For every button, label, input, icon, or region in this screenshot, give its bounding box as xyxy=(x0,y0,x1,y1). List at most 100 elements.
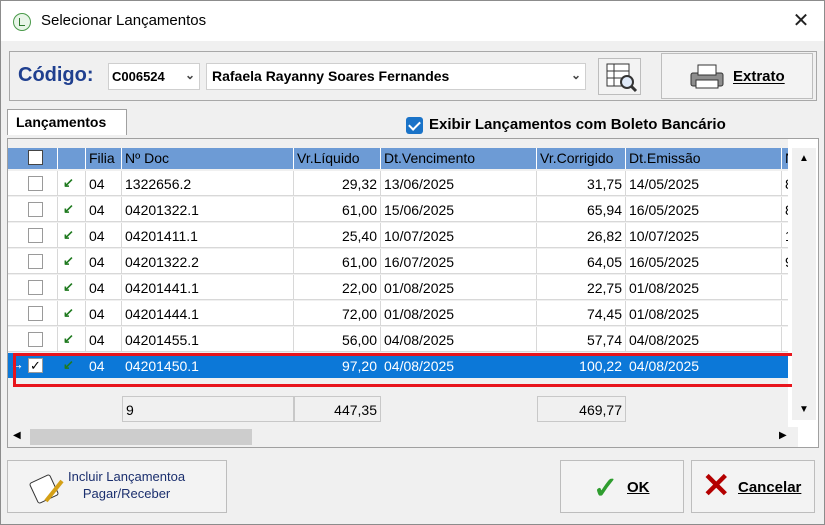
table-row[interactable]: ↙ 04 1322656.2 29,32 13/06/2025 31,75 14/05/20… xyxy=(8,171,788,197)
column-header[interactable]: Dt.Emissão xyxy=(626,148,782,169)
table-cell: 04 xyxy=(86,223,122,248)
table-cell: 8 xyxy=(782,171,788,196)
include-entry-button[interactable]: Incluir Lançamentoa Pagar/Receber xyxy=(7,460,227,513)
code-label: Código: xyxy=(18,64,94,86)
table-cell xyxy=(8,171,58,196)
ok-button[interactable]: ✓ OK xyxy=(560,460,684,513)
row-checkbox[interactable] xyxy=(28,228,43,243)
total-cell: 469,77 xyxy=(537,396,626,422)
table-cell: 04201411.1 xyxy=(122,223,294,248)
row-checkbox[interactable] xyxy=(28,306,43,321)
table-cell xyxy=(8,327,58,352)
row-checkbox[interactable] xyxy=(28,280,43,295)
ok-label: OK xyxy=(627,479,650,496)
table-cell xyxy=(8,223,58,248)
check-icon: ✓ xyxy=(593,472,619,505)
scrollbar-thumb[interactable] xyxy=(30,429,252,445)
column-header[interactable]: Vr.Corrigido xyxy=(537,148,626,169)
scroll-right-icon[interactable]: ▶ xyxy=(779,430,787,441)
table-cell: 29,32 xyxy=(294,171,381,196)
close-button[interactable]: ✕ xyxy=(786,7,816,35)
table-cell: 22,75 xyxy=(537,275,626,300)
tab-lancamentos[interactable]: Lançamentos xyxy=(7,109,127,135)
table-cell: 04 xyxy=(86,171,122,196)
table-row[interactable]: ↙ 04 04201322.2 61,00 16/07/2025 64,05 16/05/2… xyxy=(8,249,788,275)
table-cell: 72,00 xyxy=(294,301,381,326)
green-arrow-icon: ↙ xyxy=(63,201,74,216)
green-arrow-icon: ↙ xyxy=(63,279,74,294)
cancel-button[interactable]: ✕ Cancelar xyxy=(691,460,815,513)
dialog-window: Selecionar Lançamentos ✕ Código: C006524… xyxy=(0,0,825,525)
code-value: C006524 xyxy=(112,69,165,84)
table-cell: ↙ xyxy=(58,327,86,352)
table-cell: 31,75 xyxy=(537,171,626,196)
column-header[interactable]: Vr.Líquido xyxy=(294,148,381,169)
row-checkbox[interactable] xyxy=(28,202,43,217)
vertical-scrollbar[interactable]: ▲ ▼ xyxy=(792,148,816,420)
table-cell: 65,94 xyxy=(537,197,626,222)
table-cell: 04201322.2 xyxy=(122,249,294,274)
scroll-left-icon[interactable]: ◀ xyxy=(13,430,21,441)
table-cell: 1 xyxy=(782,223,788,248)
select-all-header[interactable] xyxy=(8,148,58,169)
horizontal-scrollbar[interactable]: ◀ ▶ xyxy=(8,427,798,447)
row-checkbox[interactable] xyxy=(28,332,43,347)
select-all-checkbox[interactable] xyxy=(28,150,43,165)
total-cell: 9 xyxy=(122,396,294,422)
extrato-button[interactable]: Extrato xyxy=(661,53,813,99)
table-cell: 15/06/2025 xyxy=(381,197,537,222)
customer-name-combo[interactable]: Rafaela Rayanny Soares Fernandes ⌄ xyxy=(206,63,586,90)
table-cell xyxy=(8,275,58,300)
lookup-button[interactable] xyxy=(598,58,641,95)
table-cell: ↙ xyxy=(58,275,86,300)
code-combo[interactable]: C006524 ⌄ xyxy=(108,63,200,90)
lancamentos-grid: Filia Nº Doc Vr.Líquido Dt.Vencimento Vr.Cor… xyxy=(7,138,819,448)
table-row[interactable]: ↙ 04 04201444.1 72,00 01/08/2025 74,45 01/08/2… xyxy=(8,301,788,327)
include-entry-line2: Pagar/Receber xyxy=(82,486,171,501)
table-cell: 8 xyxy=(782,197,788,222)
column-header[interactable]: Nº Doc xyxy=(122,148,294,169)
total-cell: 447,35 xyxy=(294,396,381,422)
table-cell: 04 xyxy=(86,249,122,274)
boleto-checkbox[interactable] xyxy=(406,117,423,134)
include-entry-label: Incluir Lançamentoa Pagar/Receber xyxy=(68,468,185,502)
row-checkbox[interactable] xyxy=(28,254,43,269)
column-header[interactable]: N xyxy=(782,148,788,169)
x-icon: ✕ xyxy=(702,467,731,505)
table-cell: ↙ xyxy=(58,301,86,326)
icon-header xyxy=(58,148,86,169)
green-arrow-icon: ↙ xyxy=(63,227,74,242)
table-cell: 1322656.2 xyxy=(122,171,294,196)
column-header[interactable]: Filia xyxy=(86,148,122,169)
table-cell: 10/07/2025 xyxy=(381,223,537,248)
table-cell: 64,05 xyxy=(537,249,626,274)
table-row[interactable]: ↙ 04 04201455.1 56,00 04/08/2025 57,74 04/08/2… xyxy=(8,327,788,353)
window-title: Selecionar Lançamentos xyxy=(41,12,207,29)
row-checkbox[interactable] xyxy=(28,176,43,191)
table-cell: 01/08/2025 xyxy=(626,275,782,300)
table-cell: 9 xyxy=(782,249,788,274)
boleto-checkbox-label[interactable]: Exibir Lançamentos com Boleto Bancário xyxy=(429,116,726,133)
table-cell: 16/05/2025 xyxy=(626,197,782,222)
chevron-down-icon[interactable]: ⌄ xyxy=(571,68,581,82)
table-row[interactable]: ↙ 04 04201411.1 25,40 10/07/2025 26,82 10/07/2… xyxy=(8,223,788,249)
column-header[interactable]: Dt.Vencimento xyxy=(381,148,537,169)
table-cell: ↙ xyxy=(58,223,86,248)
table-cell: 01/08/2025 xyxy=(381,301,537,326)
scroll-up-icon[interactable]: ▲ xyxy=(799,153,809,164)
extrato-label: Extrato xyxy=(733,68,785,85)
table-row[interactable]: ↙ 04 04201322.1 61,00 15/06/2025 65,94 16/05/2… xyxy=(8,197,788,223)
table-cell xyxy=(782,327,788,352)
table-cell xyxy=(782,275,788,300)
table-cell: 04201441.1 xyxy=(122,275,294,300)
table-cell: 01/08/2025 xyxy=(626,301,782,326)
table-cell xyxy=(8,197,58,222)
table-row[interactable]: ↙ 04 04201441.1 22,00 01/08/2025 22,75 01/08/2… xyxy=(8,275,788,301)
customer-name-value: Rafaela Rayanny Soares Fernandes xyxy=(212,68,450,84)
table-cell xyxy=(8,249,58,274)
printer-icon xyxy=(690,64,724,89)
chevron-down-icon[interactable]: ⌄ xyxy=(185,68,195,82)
scroll-down-icon[interactable]: ▼ xyxy=(799,404,809,415)
customer-code-panel: Código: C006524 ⌄ Rafaela Rayanny Soares … xyxy=(9,51,817,101)
include-entry-line1: Incluir Lançamentoa xyxy=(68,469,186,484)
